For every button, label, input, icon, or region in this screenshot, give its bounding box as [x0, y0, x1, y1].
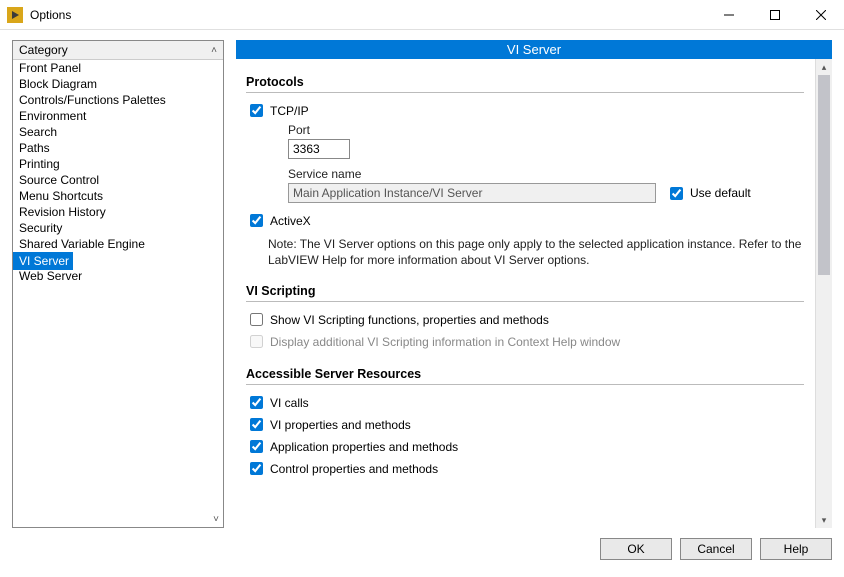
resource-checkbox[interactable] [250, 440, 263, 453]
category-item[interactable]: Controls/Functions Palettes [13, 92, 172, 108]
section-resources-title: Accessible Server Resources [246, 367, 804, 381]
protocols-note: Note: The VI Server options on this page… [268, 236, 804, 268]
show-scripting-label: Show VI Scripting functions, properties … [270, 313, 549, 327]
port-label: Port [288, 123, 804, 137]
activex-label: ActiveX [270, 214, 311, 228]
resource-label: Control properties and methods [270, 462, 438, 476]
maximize-button[interactable] [752, 0, 798, 30]
category-item[interactable]: Shared Variable Engine [13, 236, 151, 252]
minimize-button[interactable] [706, 0, 752, 30]
titlebar: Options [0, 0, 844, 30]
resource-checkbox[interactable] [250, 418, 263, 431]
scroll-up-arrow-icon[interactable]: ▴ [816, 59, 832, 75]
app-icon [6, 6, 24, 24]
port-input[interactable] [288, 139, 350, 159]
category-item[interactable]: Web Server [13, 268, 88, 284]
category-item[interactable]: Security [13, 220, 68, 236]
category-item[interactable]: Paths [13, 140, 56, 156]
page-header: VI Server [236, 40, 832, 59]
category-panel: Category ˄ Front PanelBlock DiagramContr… [12, 40, 224, 528]
divider [246, 301, 804, 302]
category-list[interactable]: Front PanelBlock DiagramControls/Functio… [13, 60, 223, 527]
activex-checkbox[interactable] [250, 214, 263, 227]
section-protocols-title: Protocols [246, 75, 804, 89]
divider [246, 92, 804, 93]
display-scripting-label: Display additional VI Scripting informat… [270, 335, 620, 349]
resource-checkbox[interactable] [250, 462, 263, 475]
resource-label: VI calls [270, 396, 309, 410]
use-default-checkbox[interactable] [670, 187, 683, 200]
help-button[interactable]: Help [760, 538, 832, 560]
scroll-area: Protocols TCP/IP Port Service name [236, 59, 832, 528]
section-scripting-title: VI Scripting [246, 284, 804, 298]
close-button[interactable] [798, 0, 844, 30]
main-panel: VI Server Protocols TCP/IP Port Service … [236, 40, 832, 528]
category-item[interactable]: Printing [13, 156, 66, 172]
show-scripting-checkbox[interactable] [250, 313, 263, 326]
category-item[interactable]: Source Control [13, 172, 105, 188]
category-item[interactable]: Front Panel [13, 60, 87, 76]
window-buttons [706, 0, 844, 30]
category-item[interactable]: Menu Shortcuts [13, 188, 109, 204]
display-scripting-checkbox [250, 335, 263, 348]
dialog-footer: OK Cancel Help [0, 532, 844, 572]
chevron-up-icon: ˄ [211, 45, 217, 56]
scroll-thumb[interactable] [818, 75, 830, 275]
chevron-down-icon: ˅ [213, 514, 219, 525]
window-title: Options [30, 8, 71, 22]
use-default-label: Use default [690, 186, 751, 200]
category-item[interactable]: Environment [13, 108, 92, 124]
resource-checkbox[interactable] [250, 396, 263, 409]
category-item[interactable]: Block Diagram [13, 76, 103, 92]
service-name-label: Service name [288, 167, 804, 181]
category-header-label: Category [19, 43, 68, 57]
vertical-scrollbar[interactable]: ▴ ▾ [815, 59, 832, 528]
ok-button[interactable]: OK [600, 538, 672, 560]
scroll-down-arrow-icon[interactable]: ▾ [816, 512, 832, 528]
category-item[interactable]: Revision History [13, 204, 112, 220]
resource-label: Application properties and methods [270, 440, 458, 454]
category-item[interactable]: Search [13, 124, 63, 140]
tcpip-label: TCP/IP [270, 104, 309, 118]
divider [246, 384, 804, 385]
cancel-button[interactable]: Cancel [680, 538, 752, 560]
resource-label: VI properties and methods [270, 418, 411, 432]
category-header[interactable]: Category ˄ [13, 41, 223, 60]
service-name-input[interactable] [288, 183, 656, 203]
tcpip-checkbox[interactable] [250, 104, 263, 117]
